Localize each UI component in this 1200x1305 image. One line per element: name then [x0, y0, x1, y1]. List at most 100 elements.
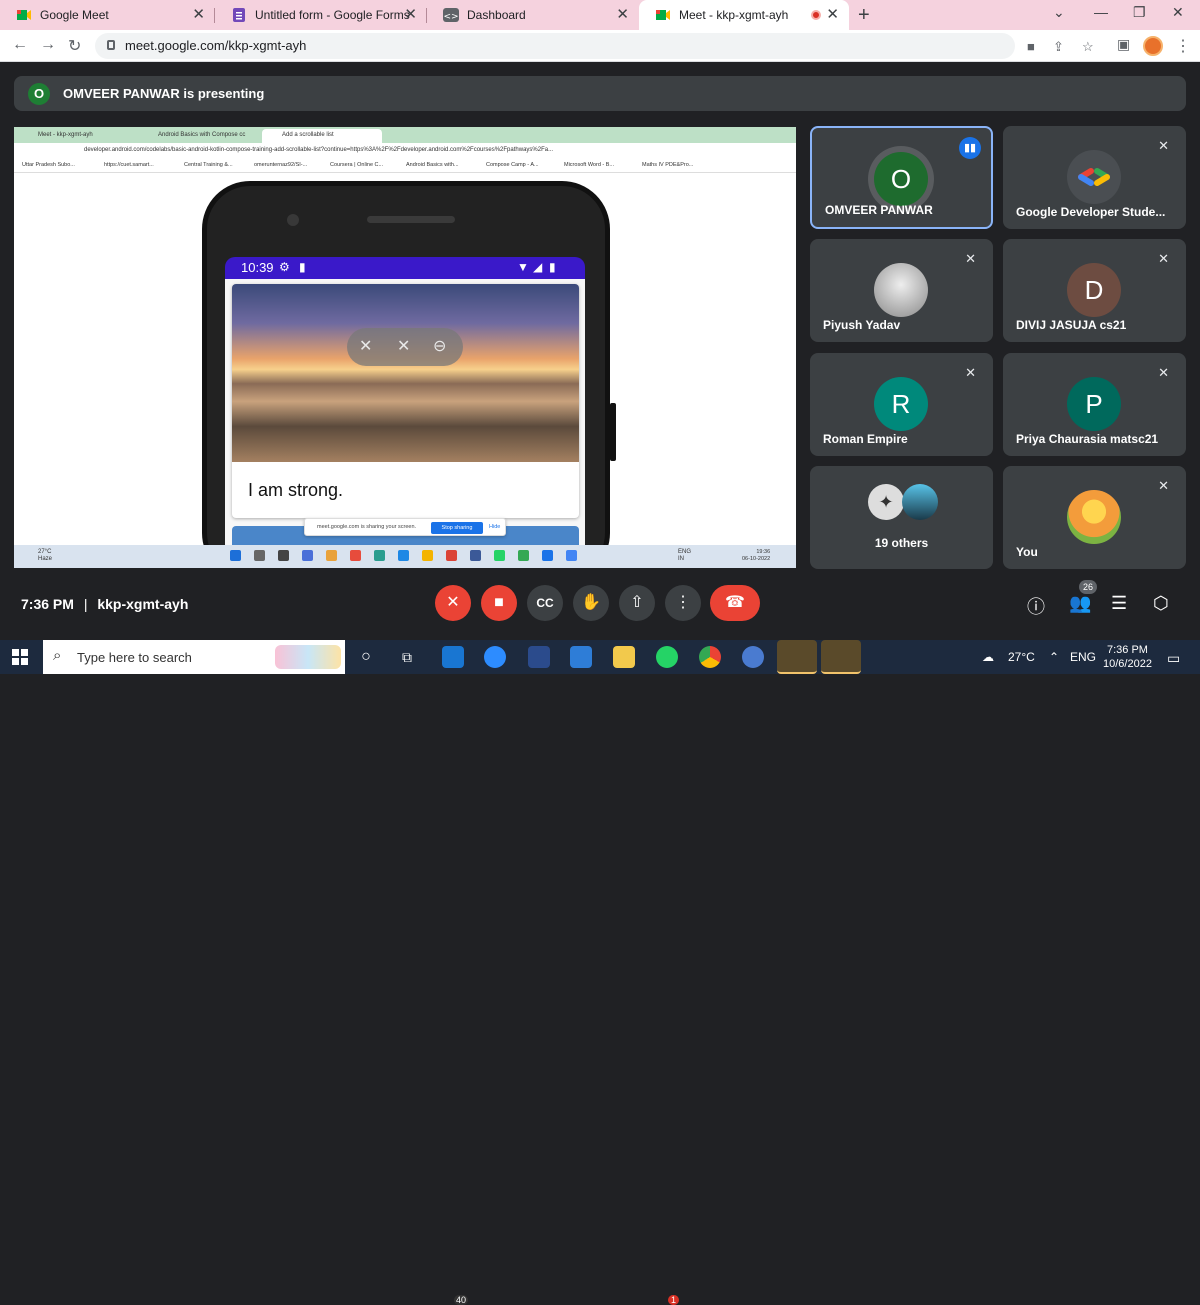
cortana-icon[interactable]: ○ — [355, 646, 377, 668]
participant-tile[interactable]: O ▮▮ OMVEER PANWAR — [810, 126, 993, 229]
zoom-icon[interactable] — [484, 646, 506, 668]
tab-label: Dashboard — [467, 8, 526, 22]
bookmark: Microsoft Word - B... — [564, 162, 615, 168]
tab-google-forms[interactable]: Untitled form - Google Forms ✕ — [215, 0, 427, 30]
chrome-icon[interactable] — [699, 646, 721, 668]
tab-dashboard[interactable]: <> Dashboard ✕ — [427, 0, 639, 30]
close-icon[interactable]: ✕ — [616, 7, 629, 23]
participant-name: You — [1016, 545, 1038, 559]
new-tab-button[interactable]: + — [858, 4, 870, 27]
close-icon[interactable]: ✕ — [404, 7, 417, 23]
tab-meet-active[interactable]: Meet - kkp-xgmt-ayh ✕ — [639, 0, 849, 30]
mic-off-icon: ✕ — [1158, 365, 1169, 380]
others-tile[interactable]: ✦ 19 others — [810, 466, 993, 569]
people-count-badge: 26 — [1079, 580, 1097, 594]
participant-name: DIVIJ JASUJA cs21 — [1016, 318, 1127, 332]
close-window-button[interactable]: ✕ — [1172, 4, 1184, 21]
search-highlight-image — [275, 645, 341, 669]
tab-label: Meet - kkp-xgmt-ayh — [679, 8, 789, 22]
gdsc-logo — [1067, 150, 1121, 204]
card-caption: I am strong. — [248, 480, 344, 500]
notifications-icon[interactable]: ▭ — [1167, 650, 1180, 667]
profile-avatar[interactable] — [1143, 36, 1163, 56]
weather-icon[interactable]: ☁ — [982, 650, 994, 664]
whatsapp-icon — [494, 550, 505, 561]
close-icon[interactable]: ✕ — [192, 7, 205, 23]
participant-tile[interactable]: R ✕ Roman Empire — [810, 353, 993, 456]
camera-off-button[interactable]: ■ — [481, 585, 517, 621]
participant-name: Piyush Yadav — [823, 318, 901, 332]
present-now-button[interactable]: ⇧ — [619, 585, 655, 621]
signal-icon: ◢ — [533, 260, 543, 274]
address-bar[interactable]: meet.google.com/kkp-xgmt-ayh ■ ⇪ ☆ — [95, 33, 1094, 59]
recording-indicator-icon — [811, 10, 821, 20]
windows-start-icon — [230, 550, 241, 561]
tab-search-chevron-icon[interactable]: ⌄ — [1053, 4, 1065, 21]
activities-icon[interactable]: ⬡ — [1153, 593, 1169, 614]
info-icon[interactable]: ⓘ — [1027, 593, 1045, 619]
others-count: 19 others — [874, 536, 929, 550]
minimize-button[interactable]: — — [1094, 4, 1108, 20]
self-tile[interactable]: ✕ You — [1003, 466, 1186, 569]
mute-icon: ✕ — [397, 338, 411, 355]
captions-button[interactable]: CC — [527, 585, 563, 621]
app-icon — [446, 550, 457, 561]
raise-hand-button[interactable]: ✋ — [573, 585, 609, 621]
tab-label: Google Meet — [40, 8, 109, 22]
file-explorer-icon[interactable] — [613, 646, 635, 668]
more-options-button[interactable]: ⋮ — [665, 585, 701, 621]
windows-start-icon[interactable] — [12, 649, 28, 665]
forms-icon — [231, 7, 247, 23]
meet-icon — [655, 7, 671, 23]
camera-icon[interactable]: ■ — [1027, 39, 1035, 54]
shared-weather: 27°C Haze — [38, 549, 53, 562]
remove-icon: ⊖ — [433, 338, 447, 355]
chat-icon[interactable]: ☰ — [1111, 593, 1127, 614]
participant-tile[interactable]: P ✕ Priya Chaurasia matsc21 — [1003, 353, 1186, 456]
tab-google-meet[interactable]: Google Meet ✕ — [0, 0, 215, 30]
whatsapp-icon[interactable] — [656, 646, 678, 668]
sd-card-icon: ▮ — [299, 260, 306, 274]
meet-active-icon[interactable] — [821, 640, 861, 674]
bookmark: omerunternaz92/SI-... — [254, 162, 308, 168]
office-icon — [350, 550, 361, 561]
participant-tile[interactable]: ✕ Google Developer Stude... — [1003, 126, 1186, 229]
dev-icon[interactable] — [528, 646, 550, 668]
bookmark: Maths IV PDE&Pro... — [642, 162, 694, 168]
shared-tab: Android Basics with Compose cc — [158, 132, 246, 138]
mic-off-button[interactable]: ✕ — [435, 585, 471, 621]
chrome-active-icon[interactable] — [777, 640, 817, 674]
shared-browser-tabs: Meet - kkp-xgmt-ayh Android Basics with … — [14, 127, 796, 143]
participant-avatar: P — [1067, 377, 1121, 431]
language-indicator[interactable]: ENG — [1070, 650, 1096, 664]
maximize-button[interactable]: ❐ — [1133, 4, 1146, 21]
people-icon[interactable]: 👥 — [1069, 593, 1091, 614]
store-icon[interactable] — [570, 646, 592, 668]
search-icon: ⌕ — [53, 647, 62, 664]
wifi-icon: ▼ — [517, 260, 529, 274]
reload-icon[interactable]: ↻ — [68, 36, 81, 56]
system-clock[interactable]: 7:36 PM 10/6/2022 — [1103, 643, 1152, 671]
task-view-icon — [278, 550, 289, 561]
taskbar-search-input[interactable]: ⌕ Type here to search — [43, 640, 345, 674]
chrome-profile-icon[interactable] — [742, 646, 764, 668]
participant-name: Priya Chaurasia matsc21 — [1016, 432, 1159, 446]
menu-kebab-icon[interactable]: ⋮ — [1175, 36, 1191, 56]
participant-avatar: R — [874, 377, 928, 431]
participant-tile[interactable]: D ✕ DIVIJ JASUJA cs21 — [1003, 239, 1186, 342]
speaking-indicator-icon: ▮▮ — [959, 137, 981, 159]
close-icon[interactable]: ✕ — [826, 7, 839, 23]
forward-arrow-icon[interactable]: → — [40, 36, 56, 54]
participant-tile[interactable]: ✕ Piyush Yadav — [810, 239, 993, 342]
mail-icon[interactable] — [442, 646, 464, 668]
leave-call-button[interactable]: ☎ — [710, 585, 760, 621]
mic-off-icon: ✕ — [965, 365, 976, 380]
bookmark-star-icon[interactable]: ☆ — [1082, 39, 1094, 55]
back-arrow-icon[interactable]: ← — [12, 36, 28, 54]
sidebar-icon[interactable]: ▣ — [1117, 36, 1130, 53]
show-hidden-icons[interactable]: ⌃ — [1049, 650, 1059, 664]
front-camera — [287, 214, 299, 226]
battery-icon: ▮ — [549, 260, 556, 274]
share-icon[interactable]: ⇪ — [1053, 39, 1064, 55]
task-view-icon[interactable]: ⧉ — [396, 646, 418, 668]
